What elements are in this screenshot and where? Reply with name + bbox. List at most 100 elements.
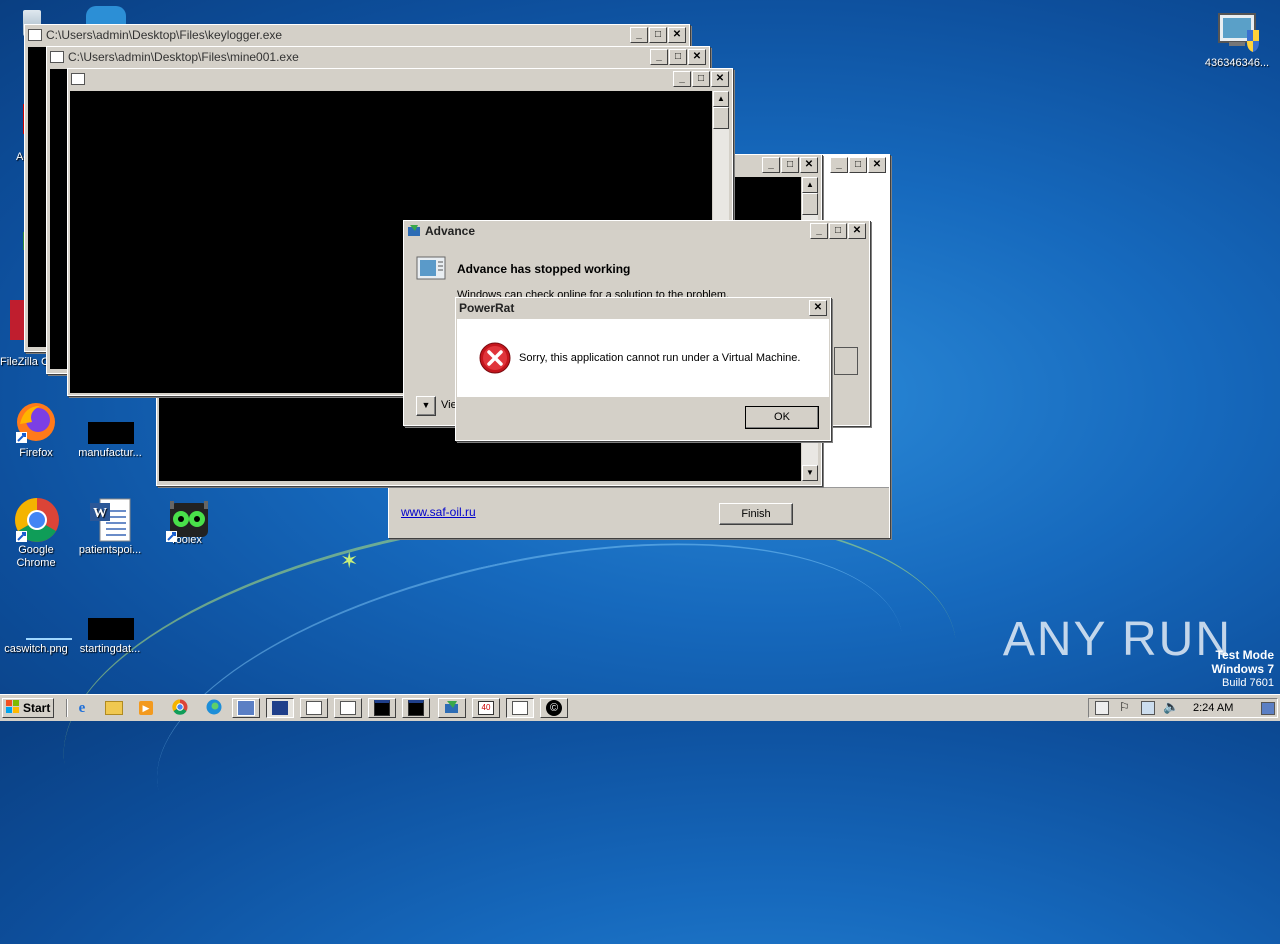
mine001-console[interactable] <box>50 69 68 369</box>
desktop-icon-caswitch[interactable]: caswitch.png <box>3 596 72 656</box>
minimize-button[interactable]: _ <box>830 157 848 173</box>
expand-details-icon[interactable]: ▼ <box>416 396 436 416</box>
os-version-text: Windows 7 <box>1211 662 1274 676</box>
program-icon <box>416 256 446 280</box>
console-icon <box>50 51 64 63</box>
maximize-button[interactable]: □ <box>781 157 799 173</box>
scroll-thumb[interactable] <box>713 107 729 129</box>
folder-icon <box>105 701 123 715</box>
minimize-button[interactable]: _ <box>630 27 648 43</box>
taskbar-window-2[interactable] <box>266 698 294 718</box>
advance-title: Advance <box>425 224 476 238</box>
calendar-icon: 40 <box>478 701 494 715</box>
mine001-titlebar[interactable]: C:\Users\admin\Desktop\Files\mine001.exe… <box>47 47 709 67</box>
app-icon <box>237 700 255 716</box>
edge-icon <box>206 699 222 718</box>
taskbar-window-1[interactable] <box>232 698 260 718</box>
close-button[interactable]: ✕ <box>848 223 866 239</box>
taskbar-window-7[interactable] <box>438 698 466 718</box>
advance-heading: Advance has stopped working <box>457 262 631 276</box>
desktop-icon-firefox[interactable]: Firefox <box>3 400 69 460</box>
keylogger-console[interactable] <box>28 47 48 347</box>
desktop-icon-chrome[interactable]: Google Chrome <box>3 497 69 570</box>
taskbar-chrome[interactable] <box>166 698 194 718</box>
advance-app-icon <box>407 224 421 238</box>
close-button[interactable]: ✕ <box>711 71 729 87</box>
test-mode-label: Test Mode Windows 7 Build 7601 <box>1211 648 1274 690</box>
window-icon <box>340 701 356 715</box>
keylogger-titlebar[interactable]: C:\Users\admin\Desktop\Files\keylogger.e… <box>25 25 689 45</box>
scroll-thumb[interactable] <box>802 193 818 215</box>
taskbar-window-9[interactable] <box>506 698 534 718</box>
taskbar-window-4[interactable] <box>334 698 362 718</box>
close-button[interactable]: ✕ <box>688 49 706 65</box>
maximize-button[interactable]: □ <box>829 223 847 239</box>
close-button[interactable]: ✕ <box>668 27 686 43</box>
network-icon[interactable] <box>1141 701 1155 715</box>
taskbar-window-6[interactable] <box>402 698 430 718</box>
taskbar-window-3[interactable] <box>300 698 328 718</box>
desktop-icon-manufactur[interactable]: manufactur... <box>77 400 143 460</box>
powerrat-title: PowerRat <box>459 300 515 315</box>
clock[interactable]: 2:24 AM <box>1193 702 1233 714</box>
minimize-button[interactable]: _ <box>762 157 780 173</box>
desktop-icon-patientspoi[interactable]: W patientspoi... <box>77 497 143 557</box>
minimize-button[interactable]: _ <box>650 49 668 65</box>
powerrat-message: Sorry, this application cannot run under… <box>519 352 801 364</box>
chrome-icon <box>14 497 59 542</box>
error-icon <box>479 342 511 374</box>
media-player-icon: ▶ <box>139 701 153 715</box>
wallpaper-sparkle: ✶ <box>340 548 359 573</box>
console-icon <box>374 700 390 716</box>
console-icon <box>408 700 424 716</box>
taskbar: Start e ▶ 40 © ⚐ 🔈 2:24 AM <box>0 694 1280 721</box>
tray-show-desktop-icon[interactable] <box>1095 701 1109 715</box>
console3-titlebar[interactable]: _ □ ✕ <box>68 69 732 89</box>
taskbar-ie[interactable]: e <box>68 698 96 718</box>
black-file-icon <box>88 400 134 444</box>
advance-side-button[interactable] <box>834 347 858 375</box>
start-label: Start <box>23 701 51 715</box>
taskbar-explorer[interactable] <box>100 698 128 718</box>
scroll-up-icon[interactable]: ▲ <box>713 91 729 107</box>
finish-button[interactable]: Finish <box>719 503 793 525</box>
powerrat-dialog[interactable]: PowerRat ✕ Sorry, this application canno… <box>455 297 831 441</box>
start-button[interactable]: Start <box>2 698 54 718</box>
filezilla-icon <box>10 300 24 344</box>
taskbar-window-8[interactable]: 40 <box>472 698 500 718</box>
anyrun-watermark: ANY RUN <box>1002 613 1232 666</box>
ok-button[interactable]: OK <box>745 406 819 429</box>
installer-icon <box>272 701 288 715</box>
close-button[interactable]: ✕ <box>800 157 818 173</box>
maximize-button[interactable]: □ <box>692 71 710 87</box>
maximize-button[interactable]: □ <box>669 49 687 65</box>
svg-text:W: W <box>93 506 107 521</box>
powerrat-titlebar[interactable]: PowerRat ✕ <box>456 298 830 317</box>
minimize-button[interactable]: _ <box>673 71 691 87</box>
close-button[interactable]: ✕ <box>809 299 827 316</box>
desktop-icon-toolex[interactable]: Toolex <box>153 497 219 547</box>
action-center-icon[interactable] <box>1261 702 1275 715</box>
build-text: Build 7601 <box>1222 677 1274 689</box>
desktop-icon-startingdat[interactable]: startingdat... <box>77 596 143 656</box>
maximize-button[interactable]: □ <box>849 157 867 173</box>
scroll-up-icon[interactable]: ▲ <box>802 177 818 193</box>
keylogger-title: C:\Users\admin\Desktop\Files\keylogger.e… <box>46 28 283 42</box>
advance-titlebar[interactable]: Advance _ □ ✕ <box>404 221 869 241</box>
minimize-button[interactable]: _ <box>810 223 828 239</box>
flag-icon[interactable]: ⚐ <box>1119 700 1130 714</box>
volume-icon[interactable]: 🔈 <box>1163 699 1179 715</box>
taskbar-edge[interactable] <box>200 698 228 718</box>
desktop-icon-436346346[interactable]: 436346346... <box>1200 10 1274 70</box>
chrome-icon <box>172 698 188 718</box>
mine001-title: C:\Users\admin\Desktop\Files\mine001.exe <box>68 50 299 64</box>
monitor-shield-icon <box>1215 10 1259 54</box>
saf-oil-link[interactable]: www.saf-oil.ru <box>401 505 476 519</box>
close-button[interactable]: ✕ <box>868 157 886 173</box>
taskbar-window-10[interactable]: © <box>540 698 568 718</box>
scroll-down-icon[interactable]: ▼ <box>802 465 818 481</box>
taskbar-window-5[interactable] <box>368 698 396 718</box>
toolex-icon <box>164 497 208 542</box>
taskbar-media[interactable]: ▶ <box>132 698 160 718</box>
maximize-button[interactable]: □ <box>649 27 667 43</box>
